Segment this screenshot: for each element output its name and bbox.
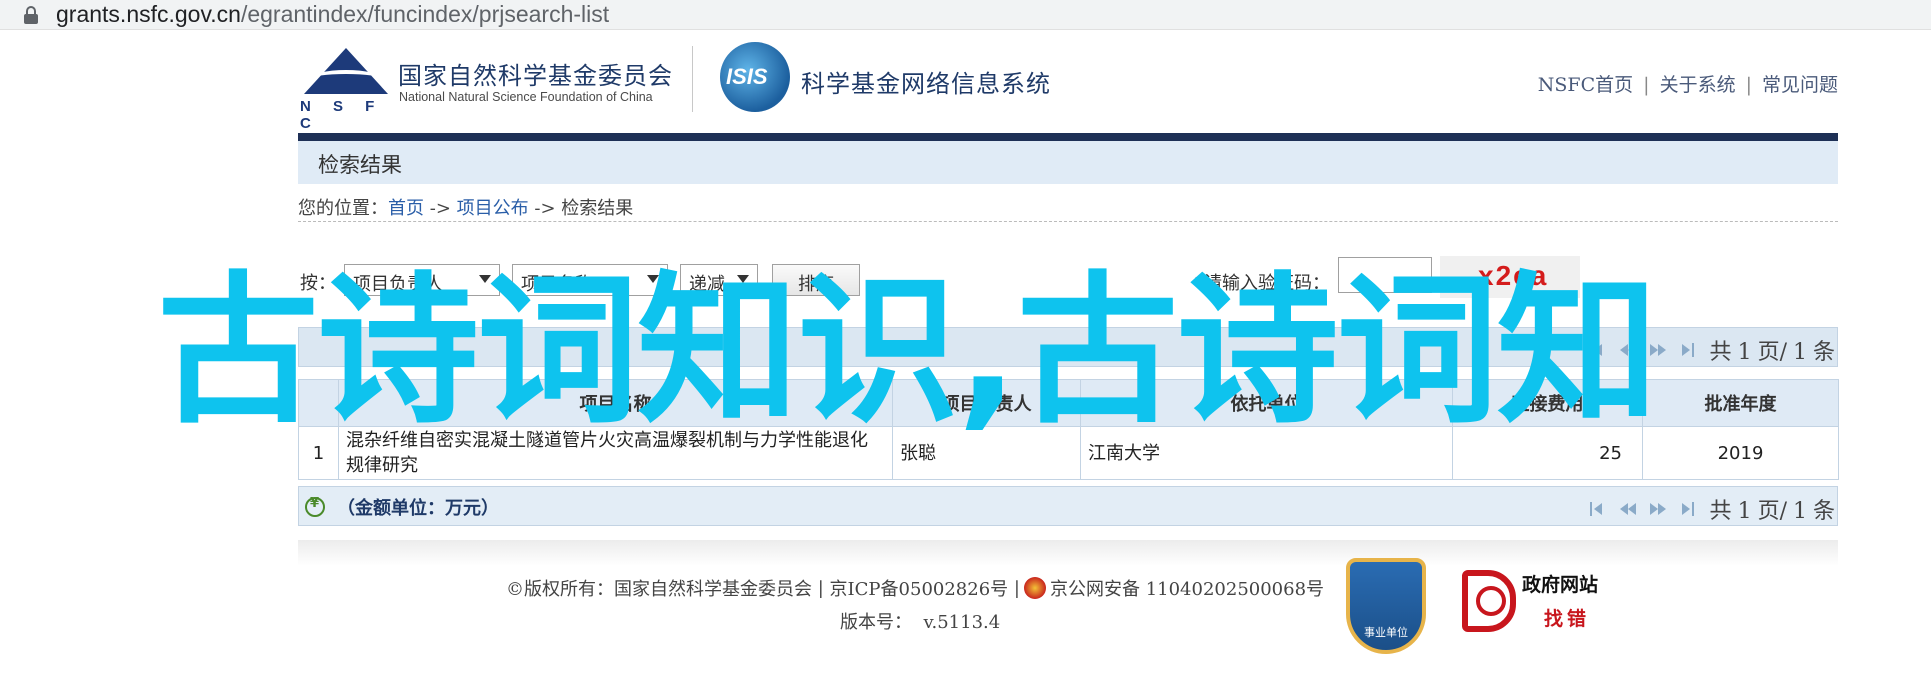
system-name: 科学基金网络信息系统: [801, 70, 1051, 98]
isis-logo: ISIS: [720, 42, 790, 112]
footer-divider: [298, 540, 1838, 566]
section-header: 检索结果: [298, 141, 1838, 184]
url-text[interactable]: grants.nsfc.gov.cn/egrantindex/funcindex…: [56, 1, 609, 28]
amount-unit-text: （金额单位：万元）: [337, 498, 499, 519]
search-icon: [1462, 570, 1516, 632]
footer-icp[interactable]: 京ICP备05002826号: [830, 575, 1009, 601]
breadcrumb-current: 检索结果: [561, 198, 634, 219]
footer-copyright: ©版权所有：国家自然科学基金委员会: [506, 579, 812, 600]
col-header-year[interactable]: 批准年度: [1642, 379, 1839, 427]
link-separator: |: [1643, 74, 1650, 96]
org-name-cn: 国家自然科学基金委员会: [398, 62, 673, 90]
overlay-watermark-text: 古诗词知识,古诗词知: [157, 258, 1659, 446]
breadcrumb-home[interactable]: 首页: [388, 198, 424, 219]
next-page-icon[interactable]: [1648, 501, 1670, 517]
page-info: 共 1 页/1 条: [1709, 340, 1835, 365]
site-header: N S F C 国家自然科学基金委员会 National Natural Sci…: [298, 42, 1838, 132]
nsfc-logo[interactable]: N S F C: [298, 48, 390, 132]
org-name-en: National Natural Science Foundation of C…: [399, 90, 653, 104]
footer-copyright-line: ©版权所有：国家自然科学基金委员会 | 京ICP备05002826号 | 京公网…: [506, 575, 1324, 601]
breadcrumb: 您的位置：首页 -> 项目公布 -> 检索结果: [298, 194, 1838, 222]
gov-badge-sub: 找错: [1544, 608, 1591, 630]
pager-bottom: （金额单位：万元） 共1页/1条: [298, 486, 1838, 526]
shield-badge-text: 事业单位: [1364, 626, 1408, 639]
page: grants.nsfc.gov.cn/egrantindex/funcindex…: [0, 0, 1931, 685]
url-path: /egrantindex/funcindex/prjsearch-list: [240, 1, 610, 27]
prev-page-icon[interactable]: [1618, 501, 1640, 517]
amount-unit: （金额单位：万元）: [305, 494, 499, 520]
institution-shield-badge[interactable]: 事业单位: [1346, 558, 1426, 654]
last-page-icon[interactable]: [1678, 501, 1700, 517]
cell-year: 2019: [1642, 426, 1839, 480]
breadcrumb-prefix: 您的位置：: [298, 198, 388, 219]
gov-error-report-badge[interactable]: 政府网站 找错: [1462, 566, 1622, 638]
link-separator: |: [1745, 74, 1752, 96]
link-about-system[interactable]: 关于系统: [1660, 74, 1736, 96]
link-faq[interactable]: 常见问题: [1762, 74, 1838, 96]
page-info: 共 1 页/1 条: [1709, 499, 1835, 524]
header-divider: [692, 46, 693, 112]
breadcrumb-project-publish[interactable]: 项目公布: [457, 198, 529, 219]
section-title: 检索结果: [318, 153, 402, 177]
header-bar: [298, 133, 1838, 141]
isis-logo-text: ISIS: [726, 64, 768, 89]
top-links: NSFC首页 | 关于系统 | 常见问题: [1538, 70, 1838, 97]
nsfc-logo-text: N S F C: [300, 98, 384, 132]
footer-version: 版本号： v.5113.4: [840, 612, 1001, 633]
address-bar[interactable]: grants.nsfc.gov.cn/egrantindex/funcindex…: [0, 0, 1931, 30]
footer-police[interactable]: 京公网安备 11040202500068号: [1050, 575, 1324, 601]
pager: 共 1 页/1 条: [1588, 493, 1835, 525]
link-nsfc-home[interactable]: NSFC首页: [1538, 74, 1633, 96]
last-page-icon[interactable]: [1678, 342, 1700, 358]
breadcrumb-arrow: ->: [429, 198, 451, 219]
gov-badge-title: 政府网站: [1522, 574, 1599, 596]
lock-icon: [24, 5, 38, 24]
money-icon: [305, 496, 325, 517]
first-page-icon[interactable]: [1588, 501, 1610, 517]
breadcrumb-arrow: ->: [534, 198, 556, 219]
police-badge-icon: [1023, 577, 1046, 599]
url-domain: grants.nsfc.gov.cn: [56, 1, 241, 27]
